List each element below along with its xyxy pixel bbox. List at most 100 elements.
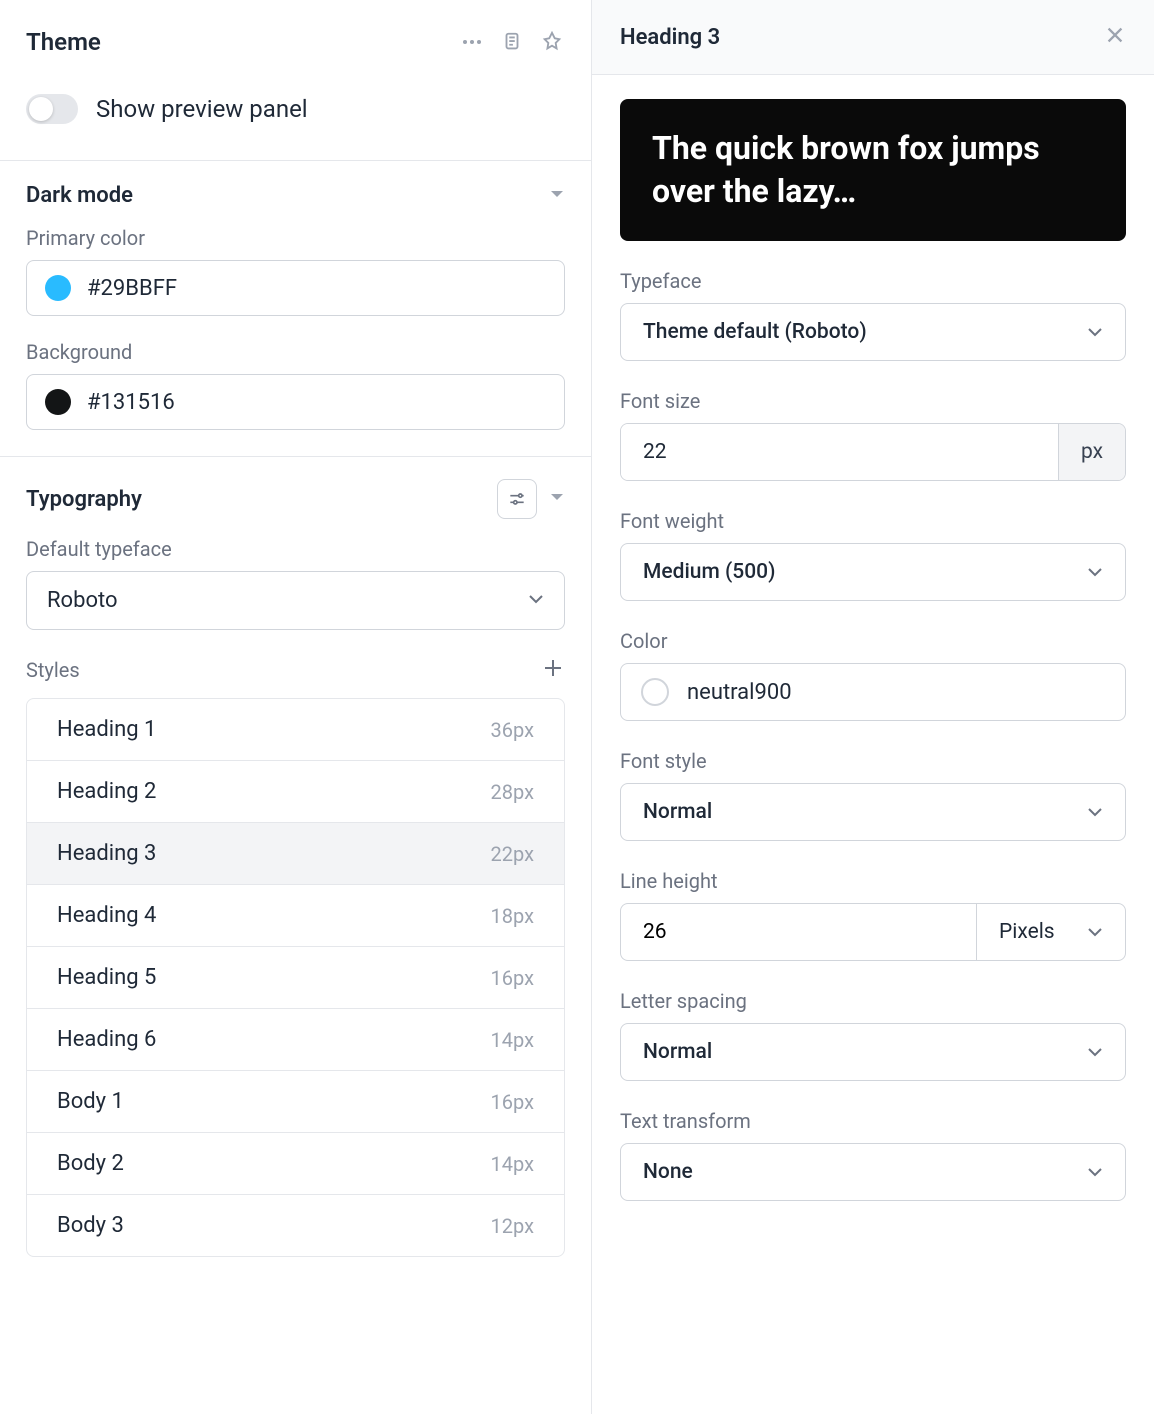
copy-icon[interactable] [499,29,525,55]
background-color-value: #131516 [87,390,175,415]
style-row-name: Heading 4 [57,903,156,928]
style-row-name: Body 3 [57,1213,124,1238]
font-size-label: Font size [620,389,1126,413]
line-height-unit-select[interactable]: Pixels [976,903,1126,961]
font-style-select[interactable]: Normal [620,783,1126,841]
font-weight-value: Medium (500) [643,560,775,584]
sliders-icon[interactable] [497,479,537,519]
style-row-size: 14px [491,1028,535,1052]
color-value: neutral900 [687,680,792,705]
chevron-down-icon [1087,324,1103,340]
typeface-label: Typeface [620,269,1126,293]
style-row[interactable]: Heading 6 14px [27,1009,564,1071]
dark-mode-section: Dark mode Primary color #29BBFF Backgrou… [0,161,591,456]
style-row[interactable]: Heading 1 36px [27,699,564,761]
text-preview: The quick brown fox jumps over the lazy… [620,99,1126,241]
font-style-label: Font style [620,749,1126,773]
style-row[interactable]: Body 1 16px [27,1071,564,1133]
primary-color-input[interactable]: #29BBFF [26,260,565,316]
style-row[interactable]: Body 2 14px [27,1133,564,1195]
dark-mode-header[interactable]: Dark mode [26,183,565,208]
style-row-name: Heading 2 [57,779,156,804]
background-color-swatch [45,389,71,415]
preview-toggle[interactable] [26,94,78,124]
chevron-down-icon [1087,564,1103,580]
style-row[interactable]: Heading 5 16px [27,947,564,1009]
color-select[interactable]: neutral900 [620,663,1126,721]
styles-header: Styles [0,656,591,698]
line-height-row: Pixels [620,903,1126,961]
typography-header: Typography [0,457,591,537]
style-row[interactable]: Heading 3 22px [27,823,564,885]
style-row-size: 18px [491,904,535,928]
letter-spacing-select[interactable]: Normal [620,1023,1126,1081]
primary-color-value: #29BBFF [87,276,177,301]
more-icon[interactable] [459,29,485,55]
line-height-input[interactable] [620,903,976,961]
primary-color-swatch [45,275,71,301]
color-swatch [641,678,669,706]
font-size-input-row: px [620,423,1126,481]
preview-toggle-row: Show preview panel [0,84,591,160]
detail-title: Heading 3 [620,25,720,50]
styles-label: Styles [26,658,80,682]
style-row-size: 14px [491,1152,535,1176]
chevron-down-icon [1087,804,1103,820]
text-transform-label: Text transform [620,1109,1126,1133]
text-transform-value: None [643,1160,693,1184]
letter-spacing-label: Letter spacing [620,989,1126,1013]
chevron-down-icon [1087,1164,1103,1180]
style-row[interactable]: Heading 4 18px [27,885,564,947]
style-row-name: Body 2 [57,1151,124,1176]
style-row-size: 16px [491,1090,535,1114]
chevron-down-icon [1087,924,1103,940]
letter-spacing-value: Normal [643,1040,712,1064]
font-size-input[interactable] [621,424,1058,480]
typeface-select[interactable]: Theme default (Roboto) [620,303,1126,361]
style-row-size: 36px [491,718,535,742]
style-row-name: Heading 1 [57,717,156,742]
detail-header: Heading 3 [592,0,1154,75]
default-typeface-select[interactable]: Roboto [26,571,565,630]
chevron-down-icon [528,591,544,611]
font-weight-label: Font weight [620,509,1126,533]
primary-color-label: Primary color [26,226,565,250]
styles-list: Heading 136pxHeading 228pxHeading 322pxH… [26,698,565,1257]
add-style-button[interactable] [541,656,565,684]
theme-panel: Theme Show preview panel Dark mode Prima… [0,0,592,1414]
background-color-label: Background [26,340,565,364]
close-icon[interactable] [1104,24,1126,50]
style-row-name: Heading 6 [57,1027,156,1052]
style-detail-panel: Heading 3 The quick brown fox jumps over… [592,0,1154,1414]
font-size-unit: px [1058,424,1125,480]
typography-chevron-icon[interactable] [549,489,565,509]
line-height-label: Line height [620,869,1126,893]
pin-icon[interactable] [539,29,565,55]
typography-title: Typography [26,487,142,512]
default-typeface-label: Default typeface [26,537,565,561]
style-row-size: 16px [491,966,535,990]
dark-mode-title: Dark mode [26,183,133,208]
theme-header-actions [459,29,565,55]
chevron-down-icon [549,186,565,206]
line-height-unit-value: Pixels [999,920,1055,944]
theme-header: Theme [0,0,591,84]
preview-toggle-label: Show preview panel [96,95,308,123]
text-transform-select[interactable]: None [620,1143,1126,1201]
color-label: Color [620,629,1126,653]
typeface-value: Theme default (Roboto) [643,320,867,344]
style-row-size: 28px [491,780,535,804]
font-style-value: Normal [643,800,712,824]
style-row-name: Body 1 [57,1089,124,1114]
background-color-input[interactable]: #131516 [26,374,565,430]
default-typeface-value: Roboto [47,588,118,613]
style-row-size: 22px [491,842,535,866]
font-weight-select[interactable]: Medium (500) [620,543,1126,601]
chevron-down-icon [1087,1044,1103,1060]
style-row-size: 12px [491,1214,535,1238]
style-row[interactable]: Body 3 12px [27,1195,564,1256]
style-row-name: Heading 3 [57,841,156,866]
style-row[interactable]: Heading 2 28px [27,761,564,823]
style-row-name: Heading 5 [57,965,156,990]
theme-title: Theme [26,28,101,56]
